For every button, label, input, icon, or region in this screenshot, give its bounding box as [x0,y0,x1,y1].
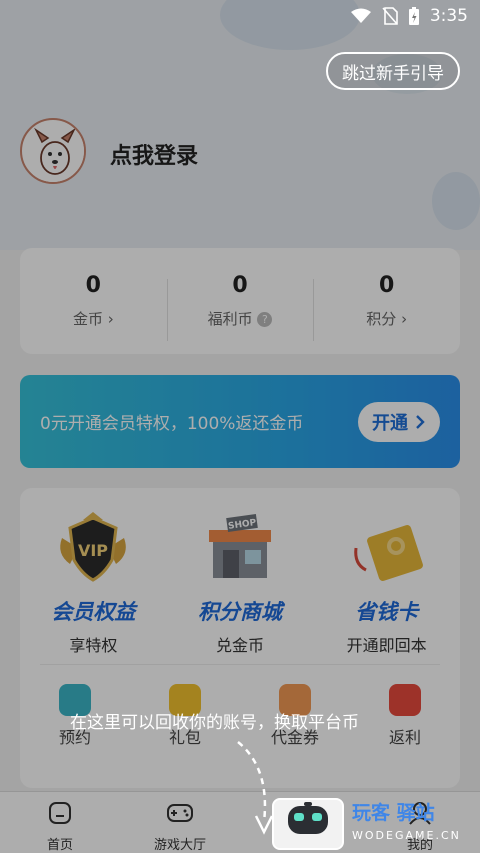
vip-banner[interactable]: 0元开通会员特权，100%返还金币 开通 [20,375,460,468]
nav-label: 首页 [46,838,73,853]
service-vip-benefits[interactable]: VIP 会员权益 享特权 [20,508,167,656]
trade-robot-icon [288,802,328,834]
vip-banner-text: 0元开通会员特权，100%返还金币 [40,414,304,434]
chevron-right-icon: › [401,310,408,328]
stat-label: 积分 [366,310,397,328]
stat-label: 福利币 [207,310,253,328]
mini-service-label: 返利 [388,728,421,747]
nav-item-home[interactable]: 首页 [0,792,120,853]
service-subtitle: 兑金币 [216,636,265,655]
service-title: 积分商城 [198,600,282,624]
battery-charging-icon [408,7,419,25]
site-watermark: 玩客 驿站 WODEGAME.CN [352,798,474,848]
money-card-icon [342,508,432,588]
watermark-title: 玩客 驿站 [352,802,435,824]
stat-label: 金币 [72,310,103,328]
stat-points[interactable]: 0 积分 › [313,273,460,341]
service-points-mall[interactable]: SHOP 积分商城 兑金币 [167,508,314,656]
stat-label-row: 积分 › [313,308,460,329]
service-money-card[interactable]: 省钱卡 开通即回本 [313,508,460,656]
decoration-paw [432,172,480,230]
shop-icon: SHOP [195,508,285,588]
stat-gold-coins[interactable]: 0 金币 › [20,273,167,329]
avatar[interactable] [20,118,86,184]
status-time: 3:35 [429,6,468,26]
stat-label-row: 金币 › [20,308,167,329]
stat-label-row: 福利币 ? [167,308,314,329]
stats-card: 0 金币 › 0 福利币 ? 0 积分 › [20,248,460,354]
guide-tip: 在这里可以回收你的账号，换取平台币 [70,713,359,733]
service-title: 省钱卡 [355,600,419,624]
service-title: 会员权益 [51,600,136,624]
chevron-right-icon: › [107,310,114,328]
trade-tab-highlight[interactable] [272,798,344,850]
stat-welfare-coins[interactable]: 0 福利币 ? [166,273,314,341]
nav-item-game-hall[interactable]: 游戏大厅 [120,792,240,853]
gamepad-icon [167,804,193,822]
stat-value: 0 [379,273,395,298]
no-sim-icon [382,7,398,25]
vip-shield-icon: VIP [48,508,138,588]
login-prompt[interactable]: 点我登录 [110,138,198,170]
chevron-right-icon [416,414,425,429]
stat-value: 0 [85,273,101,298]
watermark-url: WODEGAME.CN [352,829,461,842]
vip-open-button[interactable]: 开通 [358,401,440,442]
divider [40,664,440,665]
stat-value: 0 [232,273,248,298]
services-row: VIP 会员权益 享特权 SHOP 积分商城 兑金币 省钱卡 开通即回本 [20,508,460,656]
home-icon [49,802,71,824]
service-subtitle: 开通即回本 [346,636,427,655]
skip-guide-button[interactable]: 跳过新手引导 [326,52,460,90]
vip-open-label: 开通 [372,412,408,434]
status-bar: 3:35 [0,0,480,32]
help-icon[interactable]: ? [257,312,273,327]
svg-text:VIP: VIP [78,541,108,560]
service-subtitle: 享特权 [69,636,118,655]
nav-label: 游戏大厅 [153,838,206,853]
mini-service-rebate[interactable]: 返利 [350,684,460,748]
wifi-icon [350,8,371,23]
rebate-icon [389,684,421,716]
